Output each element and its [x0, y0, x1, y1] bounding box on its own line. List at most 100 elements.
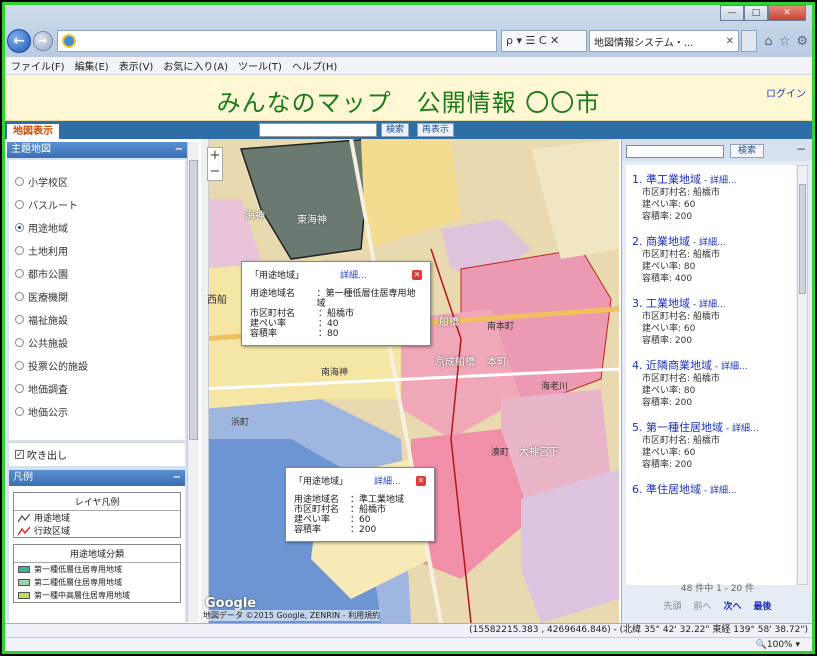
address-tools[interactable]: ρ ▾ ☰ C ✕ — [501, 30, 587, 52]
menu-help[interactable]: ヘルプ(H) — [292, 58, 337, 73]
forward-icon[interactable]: → — [33, 31, 53, 51]
radio-option[interactable]: バスルート — [9, 193, 185, 216]
result-kenpei: 建ぺい率: 60 — [642, 324, 696, 334]
result-title[interactable]: 3. 工業地域 — [632, 297, 690, 310]
bubble-toggle[interactable]: ✓ 吹き出し — [9, 442, 185, 466]
home-icon[interactable]: ⌂ — [764, 34, 772, 49]
search-button[interactable]: 検索 — [381, 123, 410, 137]
zoom-level[interactable]: 🔍100% ▾ — [756, 638, 800, 651]
radio-option[interactable]: 都市公園 — [9, 262, 185, 285]
map-attribution[interactable]: 地図データ ©2015 Google, ZENRIN - 利用規約 — [203, 610, 381, 621]
legend-body: レイヤ凡例 用途地域 行政区域 用途地域分類 第一種低層住居専用地域 第二種低層… — [9, 486, 185, 640]
close-icon[interactable]: ✕ — [416, 475, 426, 486]
popup-key: 容積率 — [250, 329, 278, 339]
tab-map-view[interactable]: 地図表示 — [7, 124, 59, 139]
line-legend-icon — [18, 513, 30, 522]
zoom-out-icon[interactable]: − — [208, 164, 222, 180]
star-icon[interactable]: ☆ — [779, 34, 791, 49]
radio-icon[interactable] — [15, 246, 24, 255]
menu-favorites[interactable]: お気に入り(A) — [163, 58, 228, 73]
next-page-link[interactable]: 次へ — [724, 599, 742, 612]
radio-option[interactable]: 投票公的施設 — [9, 354, 185, 377]
checkbox-checked-icon[interactable]: ✓ — [15, 450, 24, 459]
maximize-button[interactable]: □ — [744, 5, 768, 21]
collapse-icon[interactable]: − — [175, 142, 183, 158]
radio-icon[interactable] — [15, 315, 24, 324]
last-page-link[interactable]: 最後 — [754, 599, 772, 612]
radio-icon[interactable] — [15, 200, 24, 209]
result-detail-link[interactable]: - 詳細... — [712, 362, 748, 372]
result-title-row[interactable]: 2. 商業地域 - 詳細... — [632, 233, 796, 249]
result-title-row[interactable]: 1. 準工業地域 - 詳細... — [632, 171, 796, 187]
results-search-input[interactable] — [626, 145, 724, 158]
radio-option[interactable]: 福祉施設 — [9, 308, 185, 331]
browser-titlebar: — □ ✕ ← → ρ ▾ ☰ C ✕ 地図情報システム・... ✕ ⌂ ☆ ⚙ — [5, 5, 812, 57]
radio-option[interactable]: 用途地域 — [9, 216, 185, 239]
gear-icon[interactable]: ⚙ — [796, 34, 808, 49]
new-tab-button[interactable] — [741, 30, 757, 52]
close-icon[interactable]: ✕ — [412, 269, 422, 280]
legend-label: 第一種低層住居専用地域 — [34, 565, 122, 574]
tab-close-icon[interactable]: ✕ — [726, 36, 734, 47]
radio-icon[interactable] — [15, 338, 24, 347]
radio-icon[interactable] — [15, 269, 24, 278]
results-search-button[interactable]: 検索 — [730, 144, 764, 158]
menu-file[interactable]: ファイル(F) — [11, 58, 65, 73]
result-count: 48 件中 1 - 20 件 — [680, 584, 755, 594]
scroll-thumb[interactable] — [189, 160, 198, 440]
popup-title: 「用途地域」 — [294, 477, 349, 487]
result-title-row[interactable]: 6. 準住居地域 - 詳細... — [632, 481, 796, 497]
result-title-row[interactable]: 5. 第一種住居地域 - 詳細... — [632, 419, 796, 435]
popup-header: 「用途地域」 詳細... ✕ — [294, 474, 426, 487]
page-title: みんなのマップ 公開情報 〇〇市 — [216, 89, 601, 117]
collapse-icon[interactable]: − — [796, 142, 806, 156]
result-title[interactable]: 5. 第一種住居地域 — [632, 421, 723, 434]
back-icon[interactable]: ← — [7, 29, 31, 53]
search-input[interactable] — [259, 123, 377, 137]
menu-edit[interactable]: 編集(E) — [75, 58, 109, 73]
result-title-row[interactable]: 4. 近隣商業地域 - 詳細... — [632, 357, 796, 373]
map-view[interactable]: + − 海神 東海神 船橋 京成船橋 本町 南本町 大神宮下 湊町 海老川 西船… — [201, 139, 619, 623]
popup-detail-link[interactable]: 詳細... — [374, 474, 401, 487]
results-scrollbar[interactable] — [797, 165, 808, 585]
menu-tools[interactable]: ツール(T) — [238, 58, 282, 73]
close-window-button[interactable]: ✕ — [768, 5, 806, 21]
radio-option[interactable]: 公共施設 — [9, 331, 185, 354]
radio-icon[interactable] — [15, 384, 24, 393]
radio-selected-icon[interactable] — [15, 223, 24, 232]
radio-option[interactable]: 小学校区 — [9, 170, 185, 193]
result-detail-link[interactable]: - 詳細... — [690, 300, 726, 310]
zoom-in-icon[interactable]: + — [208, 148, 222, 164]
radio-option[interactable]: 医療機関 — [9, 285, 185, 308]
result-detail-link[interactable]: - 詳細... — [701, 176, 737, 186]
radio-icon[interactable] — [15, 292, 24, 301]
menu-view[interactable]: 表示(V) — [119, 58, 154, 73]
radio-option[interactable]: 地価調査 — [9, 377, 185, 400]
result-title[interactable]: 2. 商業地域 — [632, 235, 690, 248]
popup-row: 容積率 ：200 — [294, 525, 426, 535]
browser-tab[interactable]: 地図情報システム・... ✕ — [589, 30, 739, 52]
login-link[interactable]: ログイン — [766, 85, 806, 100]
result-title-row[interactable]: 3. 工業地域 - 詳細... — [632, 295, 796, 311]
browser-icons: ⌂ ☆ ⚙ — [764, 34, 810, 49]
radio-icon[interactable] — [15, 361, 24, 370]
radio-icon[interactable] — [15, 407, 24, 416]
collapse-icon[interactable]: − — [173, 470, 181, 486]
radio-option[interactable]: 地価公示 — [9, 400, 185, 423]
popup-detail-link[interactable]: 詳細... — [340, 268, 367, 281]
zoom-control[interactable]: + − — [207, 147, 223, 181]
map-left-scrollbar[interactable] — [201, 139, 209, 623]
radio-option[interactable]: 土地利用 — [9, 239, 185, 262]
result-detail-link[interactable]: - 詳細... — [701, 486, 737, 496]
minimize-button[interactable]: — — [720, 5, 744, 21]
result-detail-link[interactable]: - 詳細... — [690, 238, 726, 248]
result-title[interactable]: 4. 近隣商業地域 — [632, 359, 712, 372]
scroll-thumb[interactable] — [799, 184, 806, 294]
result-title[interactable]: 1. 準工業地域 — [632, 173, 701, 186]
address-bar[interactable] — [57, 30, 497, 52]
result-detail-link[interactable]: - 詳細... — [723, 424, 759, 434]
left-scrollbar[interactable] — [187, 142, 199, 622]
radio-icon[interactable] — [15, 177, 24, 186]
redisplay-button[interactable]: 再表示 — [417, 123, 455, 137]
result-title[interactable]: 6. 準住居地域 — [632, 483, 701, 496]
